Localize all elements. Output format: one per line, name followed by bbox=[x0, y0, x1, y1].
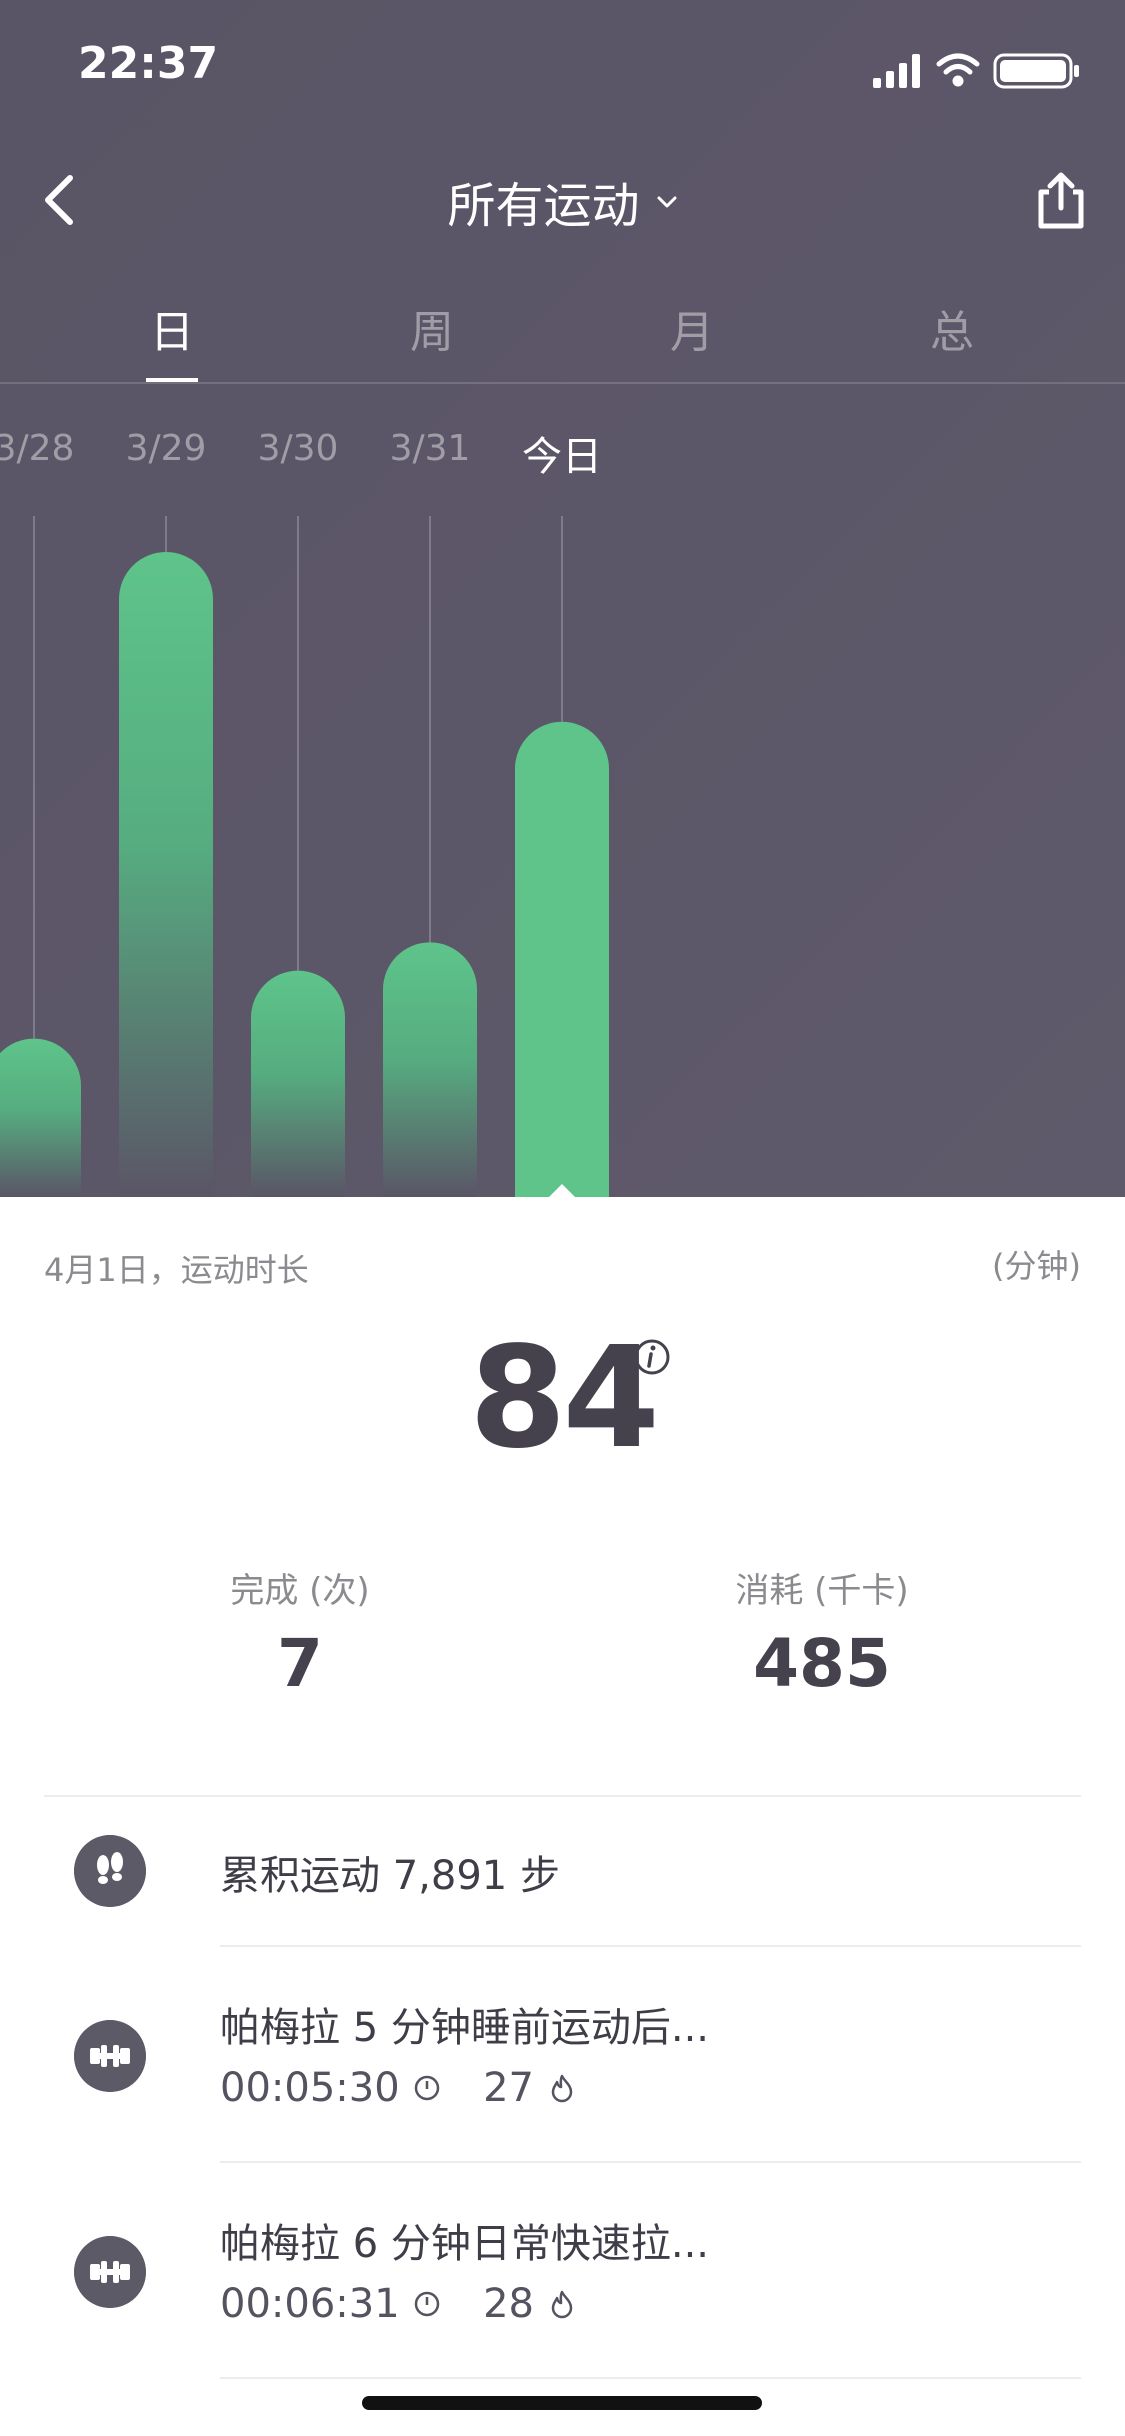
dumbbell-icon bbox=[74, 2020, 146, 2092]
workout-duration: 00:06:31 bbox=[220, 2281, 400, 2327]
bar-3/29[interactable] bbox=[119, 552, 213, 1197]
divider bbox=[44, 1795, 1081, 1797]
calories-value: 485 bbox=[753, 1625, 891, 1702]
footsteps-icon bbox=[74, 1835, 146, 1907]
completed-value: 7 bbox=[277, 1625, 323, 1702]
divider bbox=[220, 2377, 1081, 2379]
list-item-stats: 00:05:30 27 bbox=[220, 2063, 577, 2111]
list-item-title: 帕梅拉 5 分钟睡前运动后... bbox=[220, 2005, 710, 2051]
unit-label: (分钟) bbox=[992, 1247, 1081, 1285]
flame-icon bbox=[551, 2074, 572, 2103]
completed-label: 完成 (次) bbox=[230, 1571, 370, 1611]
bar-3/31[interactable] bbox=[383, 942, 477, 1197]
flame-icon bbox=[551, 2290, 572, 2319]
divider bbox=[220, 2161, 1081, 2163]
timer-icon bbox=[415, 2291, 440, 2317]
workout-duration: 00:05:30 bbox=[220, 2065, 400, 2111]
list-item-title: 帕梅拉 6 分钟日常快速拉... bbox=[220, 2221, 710, 2267]
bar-3/28[interactable] bbox=[0, 1038, 81, 1197]
divider bbox=[220, 1945, 1081, 1947]
timer-icon bbox=[415, 2075, 440, 2101]
duration-value: 84 bbox=[469, 1317, 660, 1480]
list-item-title: 累积运动 7,891 步 bbox=[220, 1853, 560, 1899]
workout-calories: 27 bbox=[483, 2065, 534, 2111]
bar-3/30[interactable] bbox=[251, 970, 345, 1197]
workout-calories: 28 bbox=[483, 2281, 534, 2327]
home-indicator bbox=[362, 2396, 762, 2410]
summary-panel: 4月1日，运动时长 (分钟) 84 完成 (次) 7 消耗 (千卡) 485 累… bbox=[0, 1197, 1125, 2436]
list-item-stats: 00:06:31 28 bbox=[220, 2279, 577, 2327]
info-icon[interactable] bbox=[632, 1337, 672, 1377]
chart-panel: 22:37 所有运动 日 周 月 总 3/28 3/29 3/30 3/31 今… bbox=[0, 0, 1125, 1197]
bar-chart[interactable] bbox=[0, 0, 1125, 1197]
bar-今日[interactable] bbox=[515, 721, 609, 1197]
calories-label: 消耗 (千卡) bbox=[735, 1571, 909, 1611]
dumbbell-icon bbox=[74, 2236, 146, 2308]
date-duration-label: 4月1日，运动时长 bbox=[44, 1251, 309, 1289]
